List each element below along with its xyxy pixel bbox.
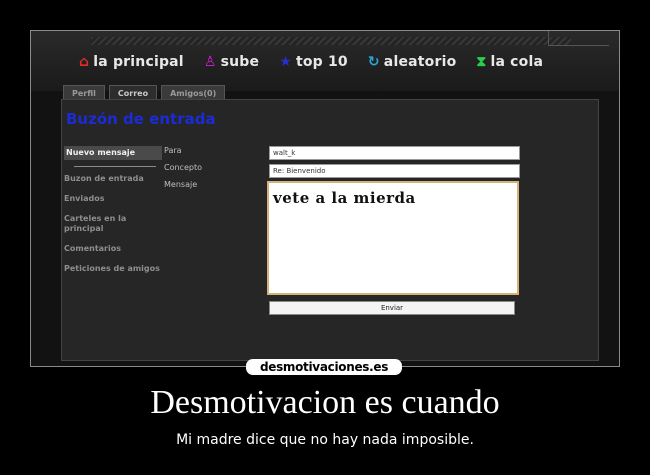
header-stripe: [91, 37, 571, 45]
to-field[interactable]: walt_k: [269, 146, 520, 160]
nav-top-10[interactable]: ★ top 10: [279, 54, 348, 70]
message-textarea[interactable]: vete a la mierda: [267, 181, 519, 295]
poster-frame: ⌂ la principal ♙ sube ★ top 10 ↻ aleator…: [30, 30, 620, 367]
sidebar-item-carteles[interactable]: Carteles en la principal: [64, 214, 164, 234]
nav-la-principal[interactable]: ⌂ la principal: [79, 54, 184, 70]
subject-field[interactable]: Re: Bienvenido: [269, 164, 520, 178]
sidebar-item-enviados[interactable]: Enviados: [64, 194, 164, 204]
message-label: Mensaje: [164, 180, 198, 189]
profile-tabs: Perfil Correo Amigos(0): [63, 85, 226, 100]
star-icon: ★: [279, 54, 292, 70]
refresh-icon: ↻: [367, 54, 380, 70]
sidebar-item-comentarios[interactable]: Comentarios: [64, 244, 164, 254]
site-header: ⌂ la principal ♙ sube ★ top 10 ↻ aleator…: [31, 31, 619, 91]
poster-subtitle: Mi madre dice que no hay nada imposible.: [176, 432, 474, 448]
main-nav: ⌂ la principal ♙ sube ★ top 10 ↻ aleator…: [79, 51, 543, 73]
mail-panel: Buzón de entrada Nuevo mensaje Buzon de …: [61, 99, 599, 361]
nav-label: la cola: [490, 54, 544, 70]
person-icon: ♙: [203, 54, 217, 70]
nav-aleatorio[interactable]: ↻ aleatorio: [368, 54, 457, 70]
tab-amigos[interactable]: Amigos(0): [161, 85, 226, 100]
site-watermark: desmotivaciones.es: [246, 359, 402, 375]
send-button[interactable]: Enviar: [269, 301, 515, 315]
sidebar-item-buzon[interactable]: Buzon de entrada: [64, 174, 164, 184]
hourglass-icon: ⧗: [476, 54, 487, 70]
nav-label: aleatorio: [383, 54, 457, 70]
tab-perfil[interactable]: Perfil: [63, 85, 105, 100]
sidebar-item-nuevo-mensaje[interactable]: Nuevo mensaje: [64, 146, 162, 160]
home-icon: ⌂: [79, 54, 90, 70]
nav-label: la principal: [93, 54, 184, 70]
poster-title: Desmotivacion es cuando: [150, 384, 500, 421]
nav-label: sube: [220, 54, 260, 70]
sidebar-item-peticiones[interactable]: Peticiones de amigos: [64, 264, 164, 274]
mail-sidebar: Nuevo mensaje Buzon de entrada Enviados …: [64, 146, 164, 284]
subject-label: Concepto: [164, 163, 202, 172]
sidebar-divider: [74, 166, 156, 167]
to-label: Para: [164, 146, 182, 155]
nav-la-cola[interactable]: ⧗ la cola: [476, 54, 543, 70]
form-labels: Para Concepto Mensaje: [164, 146, 202, 197]
page-title: Buzón de entrada: [66, 110, 216, 128]
nav-label: top 10: [295, 54, 348, 70]
tab-correo[interactable]: Correo: [108, 85, 158, 100]
nav-sube[interactable]: ♙ sube: [204, 54, 259, 70]
header-decoration: [548, 31, 609, 46]
